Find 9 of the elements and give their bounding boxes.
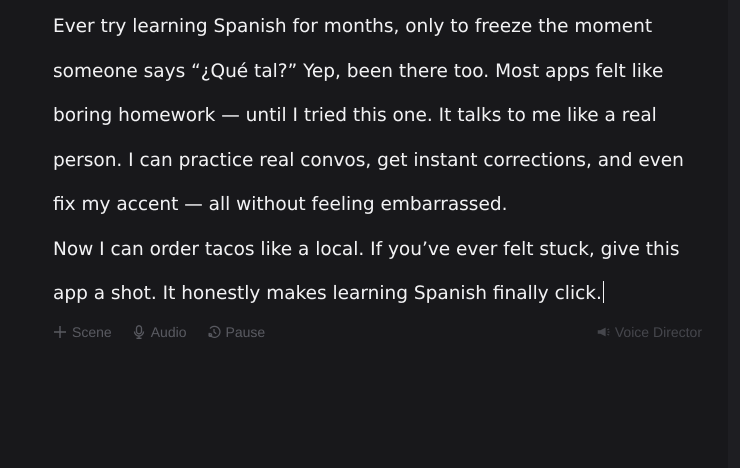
- pause-button[interactable]: Pause: [206, 324, 266, 340]
- scene-button[interactable]: Scene: [53, 324, 112, 340]
- microphone-icon: [132, 324, 146, 338]
- audio-button[interactable]: Audio: [132, 324, 187, 340]
- text-cursor: [602, 281, 604, 303]
- paragraph: Now I can order tacos like a local. If you’ve ever felt stuck, give this app a shot. It honestly makes learning Spanish finally click.: [53, 238, 681, 306]
- plus-icon: [53, 324, 67, 338]
- clock-icon: [206, 324, 221, 338]
- paragraph: Ever try learning Spanish for months, only to freeze the moment someone says “¿Qué tal?” Yep, been there too. Most apps felt like boring homework — until I tried this one. It talks to me like a real person. I can practice real convos, get instant corrections, and even fix my accent — all without feeling embarrassed.: [53, 15, 685, 217]
